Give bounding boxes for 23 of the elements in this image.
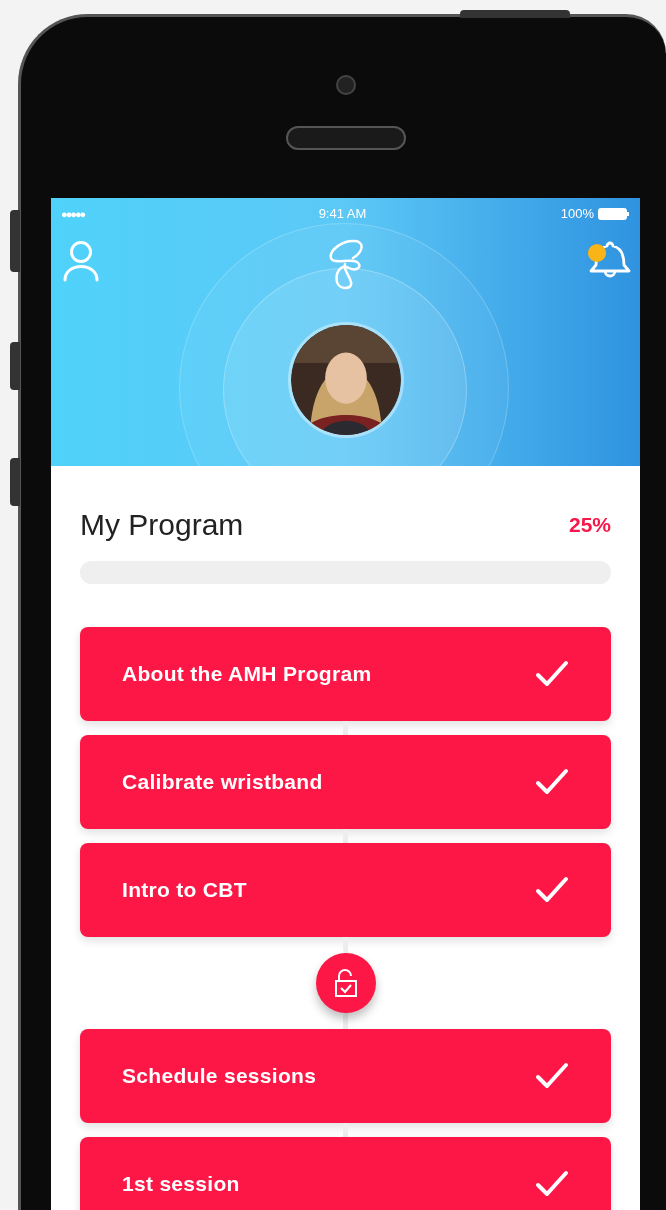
progress-percent: 25% xyxy=(568,511,611,538)
side-button[interactable] xyxy=(10,210,20,272)
program-step[interactable]: About the AMH Program xyxy=(80,627,611,721)
side-button[interactable] xyxy=(10,458,20,506)
program-title: My Program xyxy=(80,507,244,543)
status-time: 9:41 AM xyxy=(318,205,367,223)
signal-indicator: ●●●●● xyxy=(61,206,85,222)
step-label: Intro to CBT xyxy=(122,877,247,904)
program-step[interactable]: Intro to CBT xyxy=(80,843,611,937)
step-label: 1st session xyxy=(122,1171,240,1198)
profile-icon[interactable] xyxy=(62,240,100,282)
side-button[interactable] xyxy=(10,342,20,390)
step-label: Schedule sessions xyxy=(122,1063,317,1090)
program-step[interactable]: Schedule sessions xyxy=(80,1029,611,1123)
step-label: Calibrate wristband xyxy=(122,769,323,796)
unlocked-padlock-icon xyxy=(332,968,359,998)
battery-icon xyxy=(598,207,630,220)
unlock-button[interactable] xyxy=(315,953,376,1013)
program-step[interactable]: 1st session xyxy=(80,1137,611,1210)
battery-percent: 100% xyxy=(560,205,594,223)
program-step[interactable]: Calibrate wristband xyxy=(80,735,611,829)
step-label: About the AMH Program xyxy=(122,661,372,688)
top-button[interactable] xyxy=(460,10,570,18)
